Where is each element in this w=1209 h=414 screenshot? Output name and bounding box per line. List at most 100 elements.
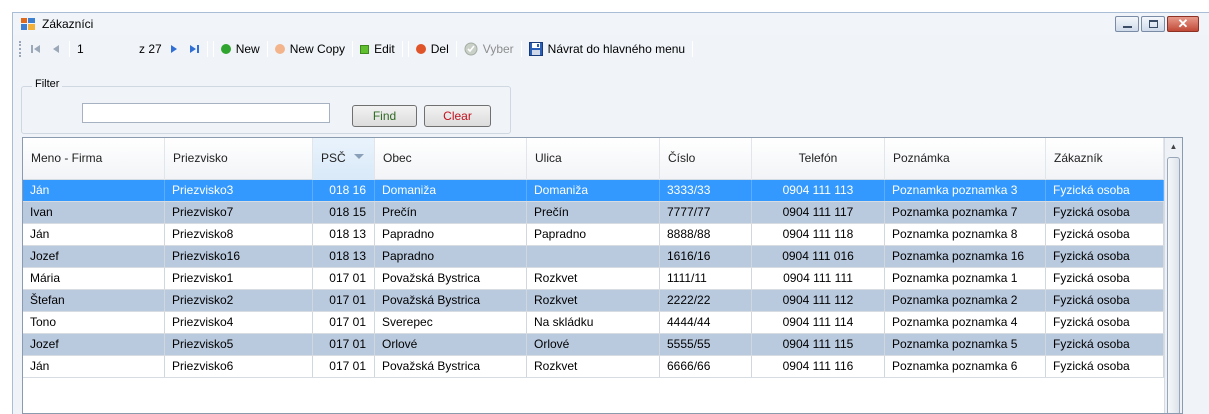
cell-psc[interactable]: 017 01 xyxy=(313,290,375,311)
cell-psc[interactable]: 018 15 xyxy=(313,202,375,223)
cell-meno-firma[interactable]: Štefan xyxy=(23,290,165,311)
table-row-selected[interactable]: Ján Priezvisko3 018 16 Domaniža Domaniža 3333… xyxy=(23,180,1164,202)
cell-zakaznik[interactable]: Fyzická osoba xyxy=(1046,246,1164,267)
cell-psc[interactable]: 017 01 xyxy=(313,356,375,377)
cell-priezvisko[interactable]: Priezvisko2 xyxy=(165,290,313,311)
minimize-button[interactable] xyxy=(1115,16,1139,32)
table-row[interactable]: Ján Priezvisko8 018 13 Papradno Papradno 8888… xyxy=(23,224,1164,246)
scrollbar-thumb[interactable] xyxy=(1167,157,1180,413)
cell-meno-firma[interactable]: Jozef xyxy=(23,246,165,267)
cell-telefon[interactable]: 0904 111 112 xyxy=(752,290,885,311)
cell-cislo[interactable]: 4444/44 xyxy=(660,312,752,333)
cell-priezvisko[interactable]: Priezvisko4 xyxy=(165,312,313,333)
cell-zakaznik[interactable]: Fyzická osoba xyxy=(1046,290,1164,311)
cell-psc[interactable]: 018 13 xyxy=(313,224,375,245)
scroll-up-arrow-icon[interactable]: ▲ xyxy=(1165,138,1182,155)
cell-cislo[interactable]: 2222/22 xyxy=(660,290,752,311)
move-last-icon[interactable] xyxy=(186,41,202,57)
cell-obec[interactable]: Domaniža xyxy=(375,180,527,201)
cell-psc[interactable]: 018 13 xyxy=(313,246,375,267)
cell-psc[interactable]: 017 01 xyxy=(313,268,375,289)
column-header-ulica[interactable]: Ulica xyxy=(527,138,660,180)
cell-zakaznik[interactable]: Fyzická osoba xyxy=(1046,180,1164,201)
cell-zakaznik[interactable]: Fyzická osoba xyxy=(1046,312,1164,333)
cell-telefon[interactable]: 0904 111 116 xyxy=(752,356,885,377)
cell-meno-firma[interactable]: Mária xyxy=(23,268,165,289)
cell-telefon[interactable]: 0904 111 016 xyxy=(752,246,885,267)
cell-ulica[interactable]: Prečín xyxy=(527,202,660,223)
cell-obec[interactable]: Prečín xyxy=(375,202,527,223)
cell-cislo[interactable]: 6666/66 xyxy=(660,356,752,377)
position-input[interactable] xyxy=(75,40,131,58)
cell-cislo[interactable]: 8888/88 xyxy=(660,224,752,245)
cell-priezvisko[interactable]: Priezvisko7 xyxy=(165,202,313,223)
cell-priezvisko[interactable]: Priezvisko8 xyxy=(165,224,313,245)
cell-ulica[interactable] xyxy=(527,246,660,267)
new-copy-button[interactable]: New Copy xyxy=(273,42,347,56)
cell-priezvisko[interactable]: Priezvisko3 xyxy=(165,180,313,201)
cell-obec[interactable]: Považská Bystrica xyxy=(375,356,527,377)
cell-obec[interactable]: Považská Bystrica xyxy=(375,290,527,311)
column-header-poznamka[interactable]: Poznámka xyxy=(885,138,1046,180)
return-to-main-menu-button[interactable]: Návrat do hlavného menu xyxy=(527,42,687,56)
column-header-cislo[interactable]: Číslo xyxy=(660,138,752,180)
cell-priezvisko[interactable]: Priezvisko5 xyxy=(165,334,313,355)
new-button[interactable]: New xyxy=(219,42,262,56)
cell-zakaznik[interactable]: Fyzická osoba xyxy=(1046,356,1164,377)
cell-poznamka[interactable]: Poznamka poznamka 2 xyxy=(885,290,1046,311)
cell-obec[interactable]: Sverepec xyxy=(375,312,527,333)
cell-obec[interactable]: Orlové xyxy=(375,334,527,355)
cell-poznamka[interactable]: Poznamka poznamka 5 xyxy=(885,334,1046,355)
cell-telefon[interactable]: 0904 111 118 xyxy=(752,224,885,245)
cell-telefon[interactable]: 0904 111 111 xyxy=(752,268,885,289)
table-row[interactable]: Jozef Priezvisko16 018 13 Papradno 1616/16 09… xyxy=(23,246,1164,268)
cell-cislo[interactable]: 7777/77 xyxy=(660,202,752,223)
maximize-button[interactable] xyxy=(1141,16,1165,32)
cell-cislo[interactable]: 5555/55 xyxy=(660,334,752,355)
cell-priezvisko[interactable]: Priezvisko16 xyxy=(165,246,313,267)
move-next-icon[interactable] xyxy=(166,41,182,57)
table-row[interactable]: Mária Priezvisko1 017 01 Považská Bystrica R… xyxy=(23,268,1164,290)
cell-priezvisko[interactable]: Priezvisko1 xyxy=(165,268,313,289)
table-row[interactable]: Ján Priezvisko6 017 01 Považská Bystrica Roz… xyxy=(23,356,1164,378)
cell-ulica[interactable]: Papradno xyxy=(527,224,660,245)
cell-ulica[interactable]: Na skládku xyxy=(527,312,660,333)
del-button[interactable]: Del xyxy=(414,42,451,56)
column-header-priezvisko[interactable]: Priezvisko xyxy=(165,138,313,180)
cell-telefon[interactable]: 0904 111 114 xyxy=(752,312,885,333)
column-header-obec[interactable]: Obec xyxy=(375,138,527,180)
cell-poznamka[interactable]: Poznamka poznamka 8 xyxy=(885,224,1046,245)
move-previous-icon[interactable] xyxy=(48,41,64,57)
cell-priezvisko[interactable]: Priezvisko6 xyxy=(165,356,313,377)
cell-meno-firma[interactable]: Ivan xyxy=(23,202,165,223)
cell-zakaznik[interactable]: Fyzická osoba xyxy=(1046,202,1164,223)
edit-button[interactable]: Edit xyxy=(358,42,397,56)
cell-telefon[interactable]: 0904 111 117 xyxy=(752,202,885,223)
cell-ulica[interactable]: Rozkvet xyxy=(527,356,660,377)
cell-cislo[interactable]: 3333/33 xyxy=(660,180,752,201)
cell-obec[interactable]: Papradno xyxy=(375,246,527,267)
cell-telefon[interactable]: 0904 111 115 xyxy=(752,334,885,355)
cell-ulica[interactable]: Rozkvet xyxy=(527,268,660,289)
column-header-telefon[interactable]: Telefón xyxy=(752,138,885,180)
clear-button[interactable]: Clear xyxy=(424,105,491,127)
cell-poznamka[interactable]: Poznamka poznamka 3 xyxy=(885,180,1046,201)
cell-ulica[interactable]: Orlové xyxy=(527,334,660,355)
cell-poznamka[interactable]: Poznamka poznamka 6 xyxy=(885,356,1046,377)
vertical-scrollbar[interactable]: ▲ xyxy=(1164,138,1182,413)
cell-meno-firma[interactable]: Ján xyxy=(23,180,165,201)
cell-meno-firma[interactable]: Tono xyxy=(23,312,165,333)
cell-cislo[interactable]: 1616/16 xyxy=(660,246,752,267)
cell-meno-firma[interactable]: Jozef xyxy=(23,334,165,355)
table-row[interactable]: Tono Priezvisko4 017 01 Sverepec Na skládku 4… xyxy=(23,312,1164,334)
cell-zakaznik[interactable]: Fyzická osoba xyxy=(1046,334,1164,355)
cell-ulica[interactable]: Rozkvet xyxy=(527,290,660,311)
cell-meno-firma[interactable]: Ján xyxy=(23,224,165,245)
move-first-icon[interactable] xyxy=(28,41,44,57)
cell-psc[interactable]: 017 01 xyxy=(313,312,375,333)
filter-input[interactable] xyxy=(82,103,330,123)
find-button[interactable]: Find xyxy=(352,105,417,127)
cell-poznamka[interactable]: Poznamka poznamka 16 xyxy=(885,246,1046,267)
table-row[interactable]: Jozef Priezvisko5 017 01 Orlové Orlové 5555/5… xyxy=(23,334,1164,356)
column-header-meno-firma[interactable]: Meno - Firma xyxy=(23,138,165,180)
